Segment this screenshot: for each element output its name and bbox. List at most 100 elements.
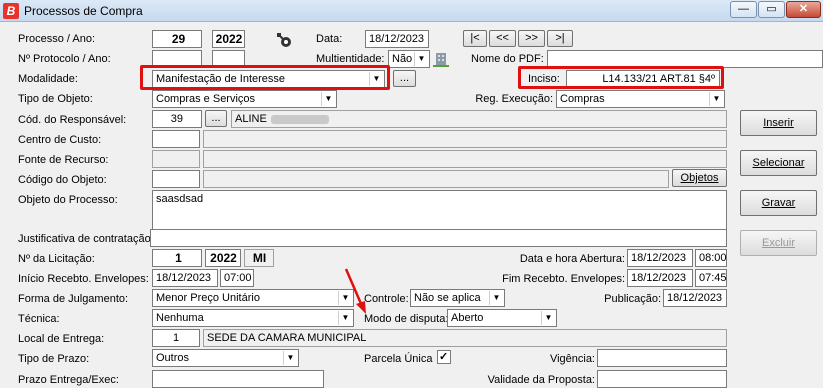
tecnica-select[interactable]: Nenhuma ▼ [152,309,354,327]
maximize-button[interactable]: ▭ [758,1,785,18]
fonte-recurso-field[interactable] [152,150,200,168]
cod-responsavel-field[interactable]: 39 [152,110,202,128]
controle-value: Não se aplica [414,292,481,304]
label-controle: Controle: [364,293,409,305]
centro-custo-desc-field [203,130,727,148]
nav-first-button[interactable]: |< [463,30,487,47]
forma-julgamento-select[interactable]: Menor Preço Unitário ▼ [152,289,354,307]
sigla-licitacao-field: MI [244,249,274,267]
inserir-button[interactable]: Inserir [740,110,817,136]
data-abertura-field[interactable]: 18/12/2023 [627,249,693,267]
label-objeto-processo: Objeto do Processo: [18,194,118,206]
annotation-arrow-icon [344,268,366,314]
codigo-objeto-desc-field [203,170,669,188]
modalidade-ellipsis-button[interactable]: ... [393,70,416,87]
label-validade-proposta: Validade da Proposta: [487,374,595,386]
modo-disputa-value: Aberto [451,312,484,324]
fonte-recurso-desc-field [203,150,727,168]
nav-last-button[interactable]: >| [547,30,573,47]
label-cod-responsavel: Cód. do Responsável: [18,114,127,126]
publicacao-field[interactable]: 18/12/2023 [663,289,727,307]
redacted-name [270,114,329,124]
chevron-down-icon: ▼ [709,92,723,106]
window-title: Processos de Compra [24,4,143,18]
chevron-down-icon: ▼ [321,92,335,106]
modo-disputa-select[interactable]: Aberto ▼ [447,309,557,327]
label-multientidade: Multientidade: [316,53,385,65]
label-processo-ano: Processo / Ano: [18,33,96,45]
label-codigo-objeto: Código do Objeto: [18,174,107,186]
reg-execucao-select[interactable]: Compras ▼ [556,90,725,108]
modalidade-highlight-box [140,65,390,90]
multientidade-value: Não [392,53,413,65]
tipo-prazo-select[interactable]: Outros ▼ [152,349,299,367]
label-fim-recebimento: Fim Recebto. Envelopes: [502,273,625,285]
label-reg-execucao: Reg. Execução: [475,93,553,105]
chevron-down-icon: ▼ [414,52,428,66]
local-entrega-name-field: SEDE DA CAMARA MUNICIPAL [203,329,727,347]
controle-select[interactable]: Não se aplica ▼ [410,289,505,307]
processo-year-field[interactable]: 2022 [212,30,245,48]
selecionar-button[interactable]: Selecionar [740,150,817,176]
ano-licitacao-field[interactable]: 2022 [205,249,241,267]
chevron-down-icon: ▼ [489,291,503,305]
label-num-licitacao: Nº da Licitação: [18,253,95,265]
label-data-hora-abertura: Data e hora Abertura: [519,253,625,265]
responsavel-ellipsis-button[interactable]: ... [205,110,227,127]
label-centro-custo: Centro de Custo: [18,134,102,146]
label-data: Data: [316,33,343,45]
label-protocolo-ano: Nº Protocolo / Ano: [18,53,111,65]
objetos-button[interactable]: Objetos [672,169,727,187]
label-inicio-recebimento: Início Recebto. Envelopes: [18,273,149,285]
label-publicacao: Publicação: [604,293,661,305]
forma-julgamento-value: Menor Preço Unitário [156,292,260,304]
tipo-objeto-select[interactable]: Compras e Serviços ▼ [152,90,337,108]
label-parcela-unica: Parcela Única [364,353,433,365]
prazo-entrega-field[interactable] [152,370,324,388]
hora-abertura-field[interactable]: 08:00 [695,249,727,267]
gravar-button[interactable]: Gravar [740,190,817,216]
objeto-processo-textarea[interactable]: saasdsad [152,190,727,230]
local-entrega-code-field[interactable]: 1 [152,329,200,347]
centro-custo-field[interactable] [152,130,200,148]
tipo-objeto-value: Compras e Serviços [156,93,256,105]
nav-prev-button[interactable]: << [489,30,516,47]
excluir-button[interactable]: Excluir [740,230,817,256]
close-button[interactable]: ✕ [786,1,821,18]
inciso-highlight-box [518,66,724,89]
app-logo-icon: B [3,3,19,19]
fim-data-field[interactable]: 18/12/2023 [627,269,693,287]
stamp-icon[interactable] [275,31,295,48]
multientidade-select[interactable]: Não ▼ [388,50,430,68]
minimize-button[interactable]: — [730,1,757,18]
responsavel-name: ALINE [235,113,267,125]
data-field[interactable]: 18/12/2023 [365,30,429,48]
label-fonte-recurso: Fonte de Recurso: [18,154,109,166]
parcela-unica-checkbox[interactable]: ✓ [437,350,451,364]
label-tecnica: Técnica: [18,313,60,325]
num-licitacao-field[interactable]: 1 [152,249,202,267]
building-icon[interactable] [433,50,449,67]
reg-execucao-value: Compras [560,93,605,105]
label-nome-pdf: Nome do PDF: [471,53,544,65]
label-forma-julgamento: Forma de Julgamento: [18,293,129,305]
inicio-data-field[interactable]: 18/12/2023 [152,269,218,287]
tipo-prazo-value: Outros [156,352,190,364]
inicio-hora-field[interactable]: 07:00 [220,269,254,287]
fim-hora-field[interactable]: 07:45 [695,269,727,287]
nav-next-button[interactable]: >> [518,30,545,47]
justificativa-field[interactable] [150,229,727,247]
label-justificativa: Justificativa de contratação: [18,233,154,245]
responsavel-name-field: ALINE [231,110,727,128]
codigo-objeto-field[interactable] [152,170,200,188]
vigencia-field[interactable] [597,349,727,367]
tecnica-value: Nenhuma [156,312,204,324]
processo-number-field[interactable]: 29 [152,30,202,48]
validade-proposta-field[interactable] [597,370,727,388]
label-vigencia: Vigência: [549,353,595,365]
label-modo-disputa: Modo de disputa: [364,313,449,325]
chevron-down-icon: ▼ [541,311,555,325]
label-prazo-entrega: Prazo Entrega/Exec: [18,374,119,386]
label-local-entrega: Local de Entrega: [18,333,105,345]
label-tipo-objeto: Tipo de Objeto: [18,93,93,105]
